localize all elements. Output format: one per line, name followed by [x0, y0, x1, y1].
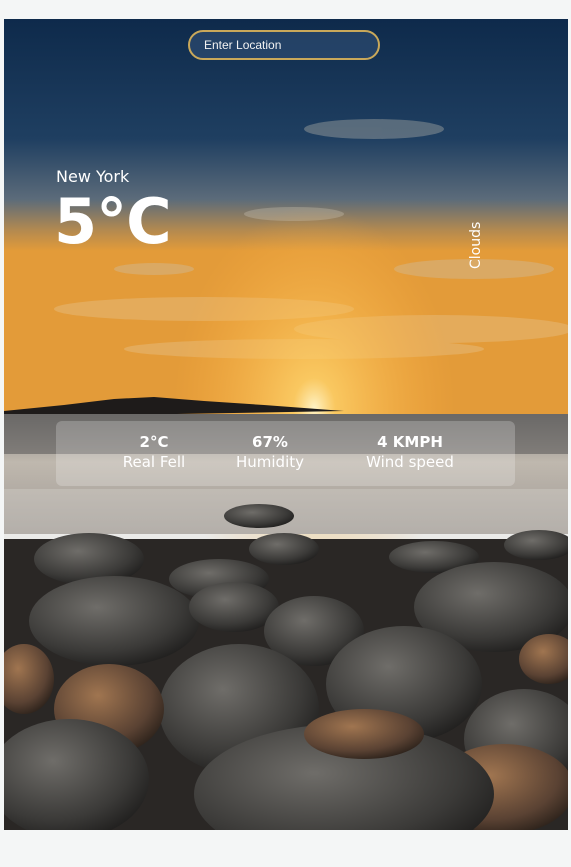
feels-like-value: 2°C [139, 433, 169, 451]
temperature: 5°C [54, 185, 172, 258]
weather-condition: Clouds [468, 221, 484, 269]
wind-speed-label: Wind speed [366, 453, 454, 471]
stats-panel: 2°C Real Fell 67% Humidity 4 KMPH Wind s… [56, 421, 515, 486]
feels-like-label: Real Fell [122, 453, 186, 471]
search-input[interactable] [188, 30, 380, 60]
wind-speed-stat: 4 KMPH Wind speed [350, 433, 470, 471]
humidity-label: Humidity [235, 453, 304, 471]
wind-speed-value: 4 KMPH [377, 433, 443, 451]
city-name: New York [56, 167, 130, 186]
humidity-stat: 67% Humidity [220, 433, 320, 471]
weather-app: New York 5°C Clouds 2°C Real Fell 67% Hu… [4, 19, 568, 830]
humidity-value: 67% [252, 433, 288, 451]
feels-like-stat: 2°C Real Fell [104, 433, 204, 471]
